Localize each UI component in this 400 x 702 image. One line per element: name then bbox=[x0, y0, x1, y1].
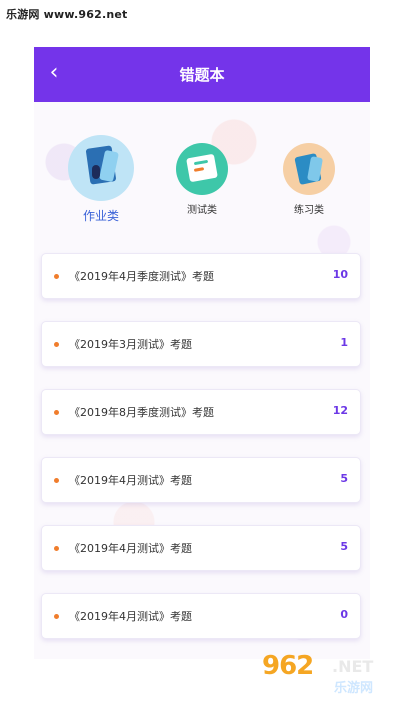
bullet-dot-icon bbox=[54, 546, 59, 551]
list-item[interactable]: 《2019年4月测试》考题 0 bbox=[41, 593, 361, 639]
tab-practice-label: 练习类 bbox=[294, 205, 324, 216]
list-item[interactable]: 《2019年4月季度测试》考题 10 bbox=[41, 253, 361, 299]
item-count: 5 bbox=[340, 540, 348, 553]
watermark-top: 乐游网 www.962.net bbox=[6, 8, 128, 21]
test-notebook-icon bbox=[176, 143, 228, 195]
watermark-net: .NET bbox=[332, 657, 374, 676]
practice-books-icon bbox=[283, 143, 335, 195]
list-item[interactable]: 《2019年8月季度测试》考题 12 bbox=[41, 389, 361, 435]
item-title: 《2019年8月季度测试》考题 bbox=[69, 406, 214, 419]
homework-books-icon bbox=[68, 135, 134, 201]
tab-practice[interactable]: 练习类 bbox=[259, 143, 359, 216]
page-title: 错题本 bbox=[179, 66, 225, 84]
bullet-dot-icon bbox=[54, 478, 59, 483]
list-item[interactable]: 《2019年4月测试》考题 5 bbox=[41, 525, 361, 571]
list-item[interactable]: 《2019年3月测试》考题 1 bbox=[41, 321, 361, 367]
watermark-logo: 962 .NET 乐游网 bbox=[262, 651, 394, 697]
bullet-dot-icon bbox=[54, 410, 59, 415]
item-title: 《2019年4月测试》考题 bbox=[69, 542, 192, 555]
app-header: ‹ 错题本 bbox=[34, 47, 370, 102]
mistake-list: 《2019年4月季度测试》考题 10 《2019年3月测试》考题 1 《2019… bbox=[41, 253, 361, 659]
phone-screen: ‹ 错题本 作业类 测试类 练习类 《2019年4月季度测试》考题 10 《20… bbox=[34, 47, 370, 659]
item-title: 《2019年3月测试》考题 bbox=[69, 338, 192, 351]
watermark-number: 962 bbox=[262, 651, 314, 681]
bullet-dot-icon bbox=[54, 274, 59, 279]
item-count: 0 bbox=[340, 608, 348, 621]
category-tabs: 作业类 测试类 练习类 bbox=[34, 135, 370, 235]
item-count: 12 bbox=[332, 404, 348, 417]
item-title: 《2019年4月测试》考题 bbox=[69, 474, 192, 487]
tab-homework-label: 作业类 bbox=[82, 209, 119, 223]
list-item[interactable]: 《2019年4月测试》考题 5 bbox=[41, 457, 361, 503]
item-title: 《2019年4月测试》考题 bbox=[69, 610, 192, 623]
item-count: 1 bbox=[340, 336, 348, 349]
item-title: 《2019年4月季度测试》考题 bbox=[69, 270, 214, 283]
bullet-dot-icon bbox=[54, 342, 59, 347]
item-count: 5 bbox=[340, 472, 348, 485]
item-count: 10 bbox=[332, 268, 348, 281]
tab-test[interactable]: 测试类 bbox=[152, 143, 252, 216]
tab-homework[interactable]: 作业类 bbox=[51, 135, 151, 224]
watermark-cn: 乐游网 bbox=[334, 681, 374, 696]
tab-test-label: 测试类 bbox=[187, 205, 217, 216]
bullet-dot-icon bbox=[54, 614, 59, 619]
